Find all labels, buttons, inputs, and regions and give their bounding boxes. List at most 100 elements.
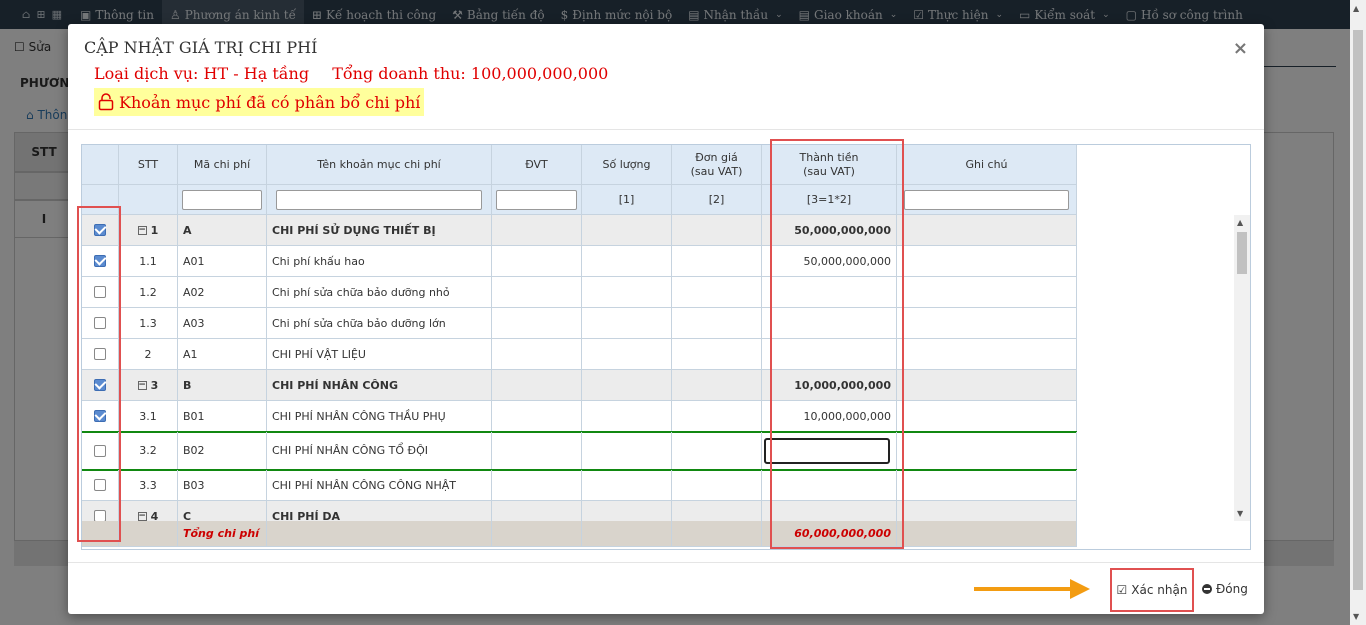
- scroll-thumb[interactable]: [1237, 232, 1247, 274]
- modal-info-line: Loại dịch vụ: HT - Hạ tầng Tổng doanh th…: [94, 64, 608, 83]
- row-name: CHI PHÍ NHÂN CÔNG: [272, 378, 399, 392]
- cell-note: [897, 370, 1077, 401]
- column-header-label: Tên khoản mục chi phí: [317, 157, 441, 171]
- cell-stt: 2: [119, 339, 178, 370]
- close-icon[interactable]: ×: [1233, 38, 1248, 59]
- column-header-unit: ĐVT: [492, 145, 582, 185]
- cell-stt: 3.2: [119, 432, 178, 470]
- cell-note: [897, 470, 1077, 501]
- cell-stt: 3.3: [119, 470, 178, 501]
- cell-unit: [492, 501, 582, 521]
- cell-price: [672, 277, 762, 308]
- cell-note: [897, 246, 1077, 277]
- update-cost-modal: CẬP NHẬT GIÁ TRỊ CHI PHÍ × Loại dịch vụ:…: [68, 24, 1264, 614]
- collapse-icon[interactable]: −: [137, 511, 147, 521]
- filter-input-name[interactable]: [275, 189, 483, 210]
- row-name: Chi phí sửa chữa bảo dưỡng lớn: [272, 316, 446, 330]
- cell-name: Chi phí sửa chữa bảo dưỡng lớn: [267, 308, 492, 339]
- cell-note: [897, 501, 1077, 521]
- cell-qty: [582, 308, 672, 339]
- scroll-down-icon[interactable]: ▼: [1237, 509, 1243, 518]
- cell-qty: [582, 339, 672, 370]
- footer-cell-unit: [492, 521, 582, 547]
- cell-price: [672, 246, 762, 277]
- filter-cell-code: [178, 185, 267, 215]
- cell-unit: [492, 277, 582, 308]
- cell-note: [897, 277, 1077, 308]
- cell-price: [672, 401, 762, 432]
- column-header-note: Ghi chú: [897, 145, 1077, 185]
- column-header-label: ĐVT: [525, 157, 548, 171]
- confirm-label: Xác nhận: [1131, 583, 1188, 597]
- cell-price: [672, 432, 762, 470]
- modal-header: CẬP NHẬT GIÁ TRỊ CHI PHÍ × Loại dịch vụ:…: [68, 24, 1264, 130]
- filter-input-note[interactable]: [904, 189, 1069, 210]
- footer-cell-name: [267, 521, 492, 547]
- cost-grid: STT Mã chi phí Tên khoản mục chi phí ĐVT Số …: [81, 144, 1251, 550]
- filter-input-unit[interactable]: [495, 189, 578, 210]
- cell-unit: [492, 432, 582, 470]
- scroll-up-icon[interactable]: ▲: [1353, 4, 1359, 13]
- row-stt: 1.3: [139, 316, 157, 330]
- row-name: Chi phí sửa chữa bảo dưỡng nhỏ: [272, 285, 450, 299]
- cell-name: CHI PHÍ NHÂN CÔNG THẦU PHỤ: [267, 401, 492, 432]
- filter-cell-note: [897, 185, 1077, 215]
- page-scrollbar[interactable]: ▲ ▼: [1350, 0, 1366, 625]
- confirm-button[interactable]: ☑ Xác nhận: [1110, 568, 1194, 612]
- cell-name: CHI PHÍ NHÂN CÔNG: [267, 370, 492, 401]
- row-code: B02: [183, 444, 205, 457]
- cell-qty: [582, 246, 672, 277]
- column-header-name: Tên khoản mục chi phí: [267, 145, 492, 185]
- cell-qty: [582, 401, 672, 432]
- row-code: C: [183, 509, 192, 522]
- collapse-icon[interactable]: −: [137, 225, 147, 235]
- column-header-code: Mã chi phí: [178, 145, 267, 185]
- grid-body: −1 A CHI PHÍ SỬ DỤNG THIẾT BỊ 50,000,000,00…: [82, 215, 1234, 521]
- cell-stt: 3.1: [119, 401, 178, 432]
- row-stt: 3.2: [139, 444, 157, 457]
- cell-unit: [492, 215, 582, 246]
- service-type-label: Loại dịch vụ: HT - Hạ tầng: [94, 64, 310, 83]
- row-code: B: [183, 378, 192, 392]
- column-header-chk: [82, 145, 119, 185]
- cell-note: [897, 308, 1077, 339]
- scroll-up-icon[interactable]: ▲: [1237, 218, 1243, 227]
- collapse-icon[interactable]: −: [137, 380, 147, 390]
- scroll-down-icon[interactable]: ▼: [1353, 612, 1359, 621]
- cell-code: A1: [178, 339, 267, 370]
- filter-input-code[interactable]: [181, 189, 263, 210]
- minus-circle-icon: [1202, 584, 1212, 594]
- footer-cell-qty: [582, 521, 672, 547]
- filter-cell-qty: [1]: [582, 185, 672, 215]
- cell-code: B03: [178, 470, 267, 501]
- row-stt: 2: [144, 347, 152, 361]
- filter-label: [2]: [708, 193, 725, 206]
- column-header-label: Số lượng: [602, 157, 651, 171]
- cell-price: [672, 370, 762, 401]
- row-stt: 1: [150, 223, 159, 237]
- row-code: B03: [183, 478, 205, 492]
- grid-scrollbar[interactable]: ▲ ▼: [1234, 215, 1250, 521]
- cell-qty: [582, 277, 672, 308]
- cell-stt: 1.1: [119, 246, 178, 277]
- column-header-stt: STT: [119, 145, 178, 185]
- cell-price: [672, 470, 762, 501]
- check-square-icon: ☑: [1116, 583, 1128, 597]
- cell-stt: 1.3: [119, 308, 178, 339]
- grid-footer: Tổng chi phí 60,000,000,000: [82, 521, 1077, 547]
- cell-code: C: [178, 501, 267, 521]
- close-button[interactable]: Đóng: [1202, 582, 1248, 596]
- row-stt: 3: [150, 378, 159, 392]
- cell-stt: −1: [119, 215, 178, 246]
- cell-unit: [492, 339, 582, 370]
- scroll-thumb[interactable]: [1353, 30, 1363, 590]
- allocation-note-text: Khoản mục phí đã có phân bổ chi phí: [119, 92, 421, 112]
- filter-cell-unit: [492, 185, 582, 215]
- grid-header: STT Mã chi phí Tên khoản mục chi phí ĐVT Số …: [82, 145, 1077, 215]
- cell-code: A01: [178, 246, 267, 277]
- total-revenue-label: Tổng doanh thu: 100,000,000,000: [332, 64, 609, 83]
- cell-code: A02: [178, 277, 267, 308]
- cell-price: [672, 215, 762, 246]
- row-stt: 1.2: [139, 285, 157, 299]
- cell-name: CHI PHÍ DA: [267, 501, 492, 521]
